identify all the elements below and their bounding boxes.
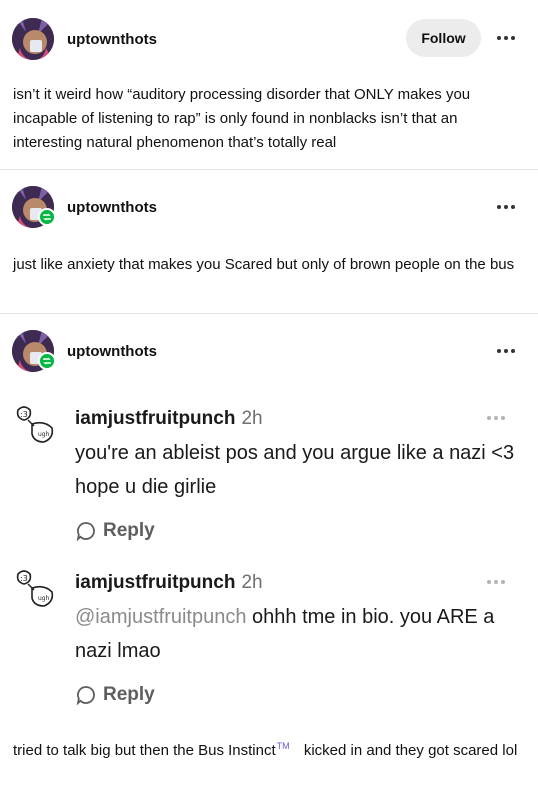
reply-button[interactable]: Reply [75, 519, 155, 543]
comment-time: 2h [241, 408, 263, 429]
caption-text-end: kicked in and they got scared lol [299, 742, 518, 759]
svg-text:ugh: ugh [38, 595, 50, 602]
comment-more-icon[interactable] [482, 576, 510, 588]
svg-text::3: :3 [20, 410, 28, 419]
post-username[interactable]: uptownthots [67, 199, 157, 216]
reply-label: Reply [103, 684, 155, 705]
reply-button[interactable]: Reply [75, 683, 155, 707]
comment-username-text[interactable]: iamjustfruitpunch [75, 572, 235, 593]
caption-text: tried to talk big but then the Bus Insti… [13, 742, 276, 759]
reblog-icon [38, 208, 56, 226]
more-options-icon[interactable] [492, 198, 520, 216]
reply-label: Reply [103, 520, 155, 541]
divider [0, 169, 538, 170]
comment-username[interactable]: iamjustfruitpunch 2h [75, 572, 263, 594]
more-options-icon[interactable] [492, 342, 520, 360]
svg-text::3: :3 [20, 574, 28, 583]
commenter-avatar: :3 ugh [10, 402, 60, 446]
post-text: just like anxiety that makes you Scared … [13, 256, 515, 273]
commenter-avatar: :3 ugh [10, 566, 60, 610]
avatar[interactable] [12, 18, 54, 60]
follow-button[interactable]: Follow [406, 19, 481, 57]
comment-mention[interactable]: @iamjustfruitpunch [75, 606, 246, 628]
comment-text: @iamjustfruitpunch ohhh tme in bio. you … [75, 600, 520, 668]
comment-bubble-icon [76, 686, 95, 706]
post-username[interactable]: uptownthots [67, 343, 157, 360]
comment-bubble-icon [76, 522, 95, 542]
reblog-icon [38, 352, 56, 370]
comment-time: 2h [241, 572, 263, 593]
more-options-icon[interactable] [492, 29, 520, 47]
post-username[interactable]: uptownthots [67, 31, 157, 48]
post-text: isn’t it weird how “auditory processing … [13, 86, 471, 151]
post-caption: tried to talk big but then the Bus Insti… [13, 734, 523, 763]
svg-text:ugh: ugh [38, 431, 50, 438]
comment-text: you're an ableist pos and you argue like… [75, 442, 515, 498]
comment-more-icon[interactable] [482, 412, 510, 424]
divider [0, 313, 538, 314]
comment-username[interactable]: iamjustfruitpunch 2h [75, 408, 263, 430]
trademark-mark: TM [276, 741, 290, 751]
comment-username-text[interactable]: iamjustfruitpunch [75, 408, 235, 429]
